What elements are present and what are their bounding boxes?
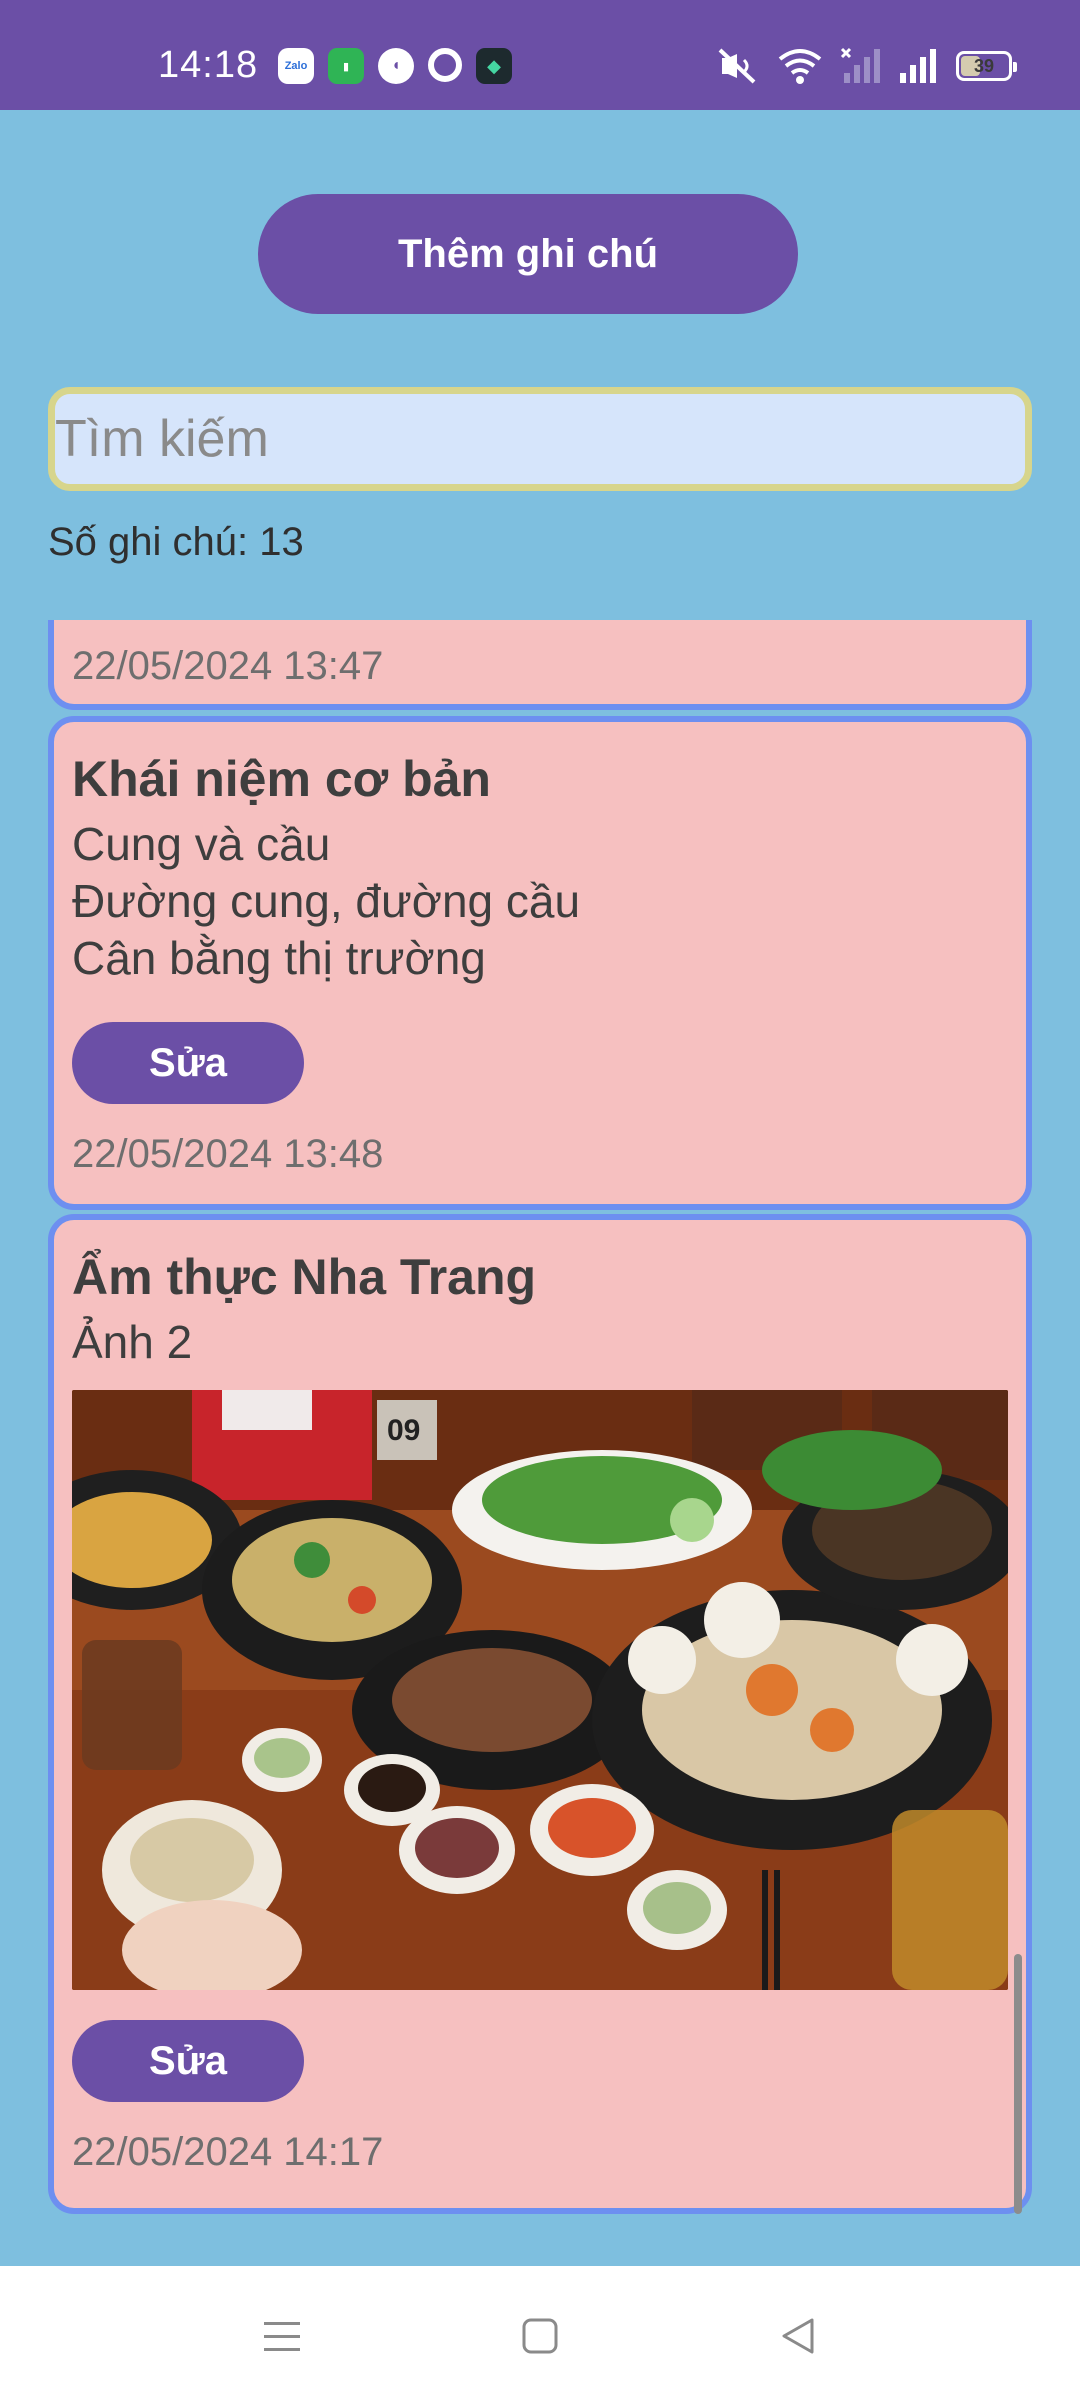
note-card[interactable]: 22/05/2024 13:47 xyxy=(48,620,1032,710)
home-square-icon[interactable] xyxy=(500,2296,580,2376)
signal-icon-1 xyxy=(840,47,880,83)
wifi-icon xyxy=(778,49,822,84)
table-number-text: 09 xyxy=(387,1414,420,1447)
notification-icons: Zalo ▮ ◖ ◆ xyxy=(278,48,512,84)
menu-icon[interactable] xyxy=(242,2296,322,2376)
edit-button[interactable]: Sửa xyxy=(72,2020,304,2102)
note-card[interactable]: Khái niệm cơ bản Cung và cầu Đường cung,… xyxy=(48,716,1032,1210)
dark-app-icon: ◆ xyxy=(476,48,512,84)
status-time: 14:18 xyxy=(158,44,259,86)
green-app-icon: ▮ xyxy=(328,48,364,84)
battery-icon: 39 xyxy=(956,51,1017,81)
note-title: Ẩm thực Nha Trang xyxy=(72,1249,537,1305)
navigation-bar xyxy=(0,2266,1080,2400)
search-input[interactable] xyxy=(48,387,1032,491)
note-date: 22/05/2024 13:47 xyxy=(72,644,384,688)
back-triangle-icon[interactable] xyxy=(758,2296,838,2376)
list-scrollbar[interactable] xyxy=(1014,1954,1022,2214)
notes-list[interactable]: 22/05/2024 13:47 Khái niệm cơ bản Cung v… xyxy=(48,620,1032,2220)
note-date: 22/05/2024 14:17 xyxy=(72,2130,384,2174)
note-card[interactable]: Ẩm thực Nha Trang Ảnh 2 09 Sửa 22/05/202… xyxy=(48,1214,1032,2214)
app-circle-icon: ◖ xyxy=(378,48,414,84)
note-body: Ảnh 2 xyxy=(72,1316,193,1368)
zalo-icon: Zalo xyxy=(278,48,314,84)
note-count: Số ghi chú: 13 xyxy=(48,520,304,564)
mute-icon xyxy=(718,48,756,84)
signal-icon-2 xyxy=(900,49,936,83)
battery-level: 39 xyxy=(973,55,995,76)
system-icons: 39 xyxy=(714,46,1017,86)
food-table-photo: 09 xyxy=(72,1390,1008,1990)
ring-app-icon xyxy=(428,48,462,82)
note-date: 22/05/2024 13:48 xyxy=(72,1132,384,1176)
status-bar: 14:18 Zalo ▮ ◖ ◆ 39 xyxy=(0,0,1080,110)
add-note-button[interactable]: Thêm ghi chú xyxy=(258,194,798,314)
note-body: Cung và cầu Đường cung, đường cầu Cân bằ… xyxy=(72,818,581,984)
edit-button[interactable]: Sửa xyxy=(72,1022,304,1104)
note-image: 09 xyxy=(72,1390,1008,1990)
note-title: Khái niệm cơ bản xyxy=(72,751,491,807)
